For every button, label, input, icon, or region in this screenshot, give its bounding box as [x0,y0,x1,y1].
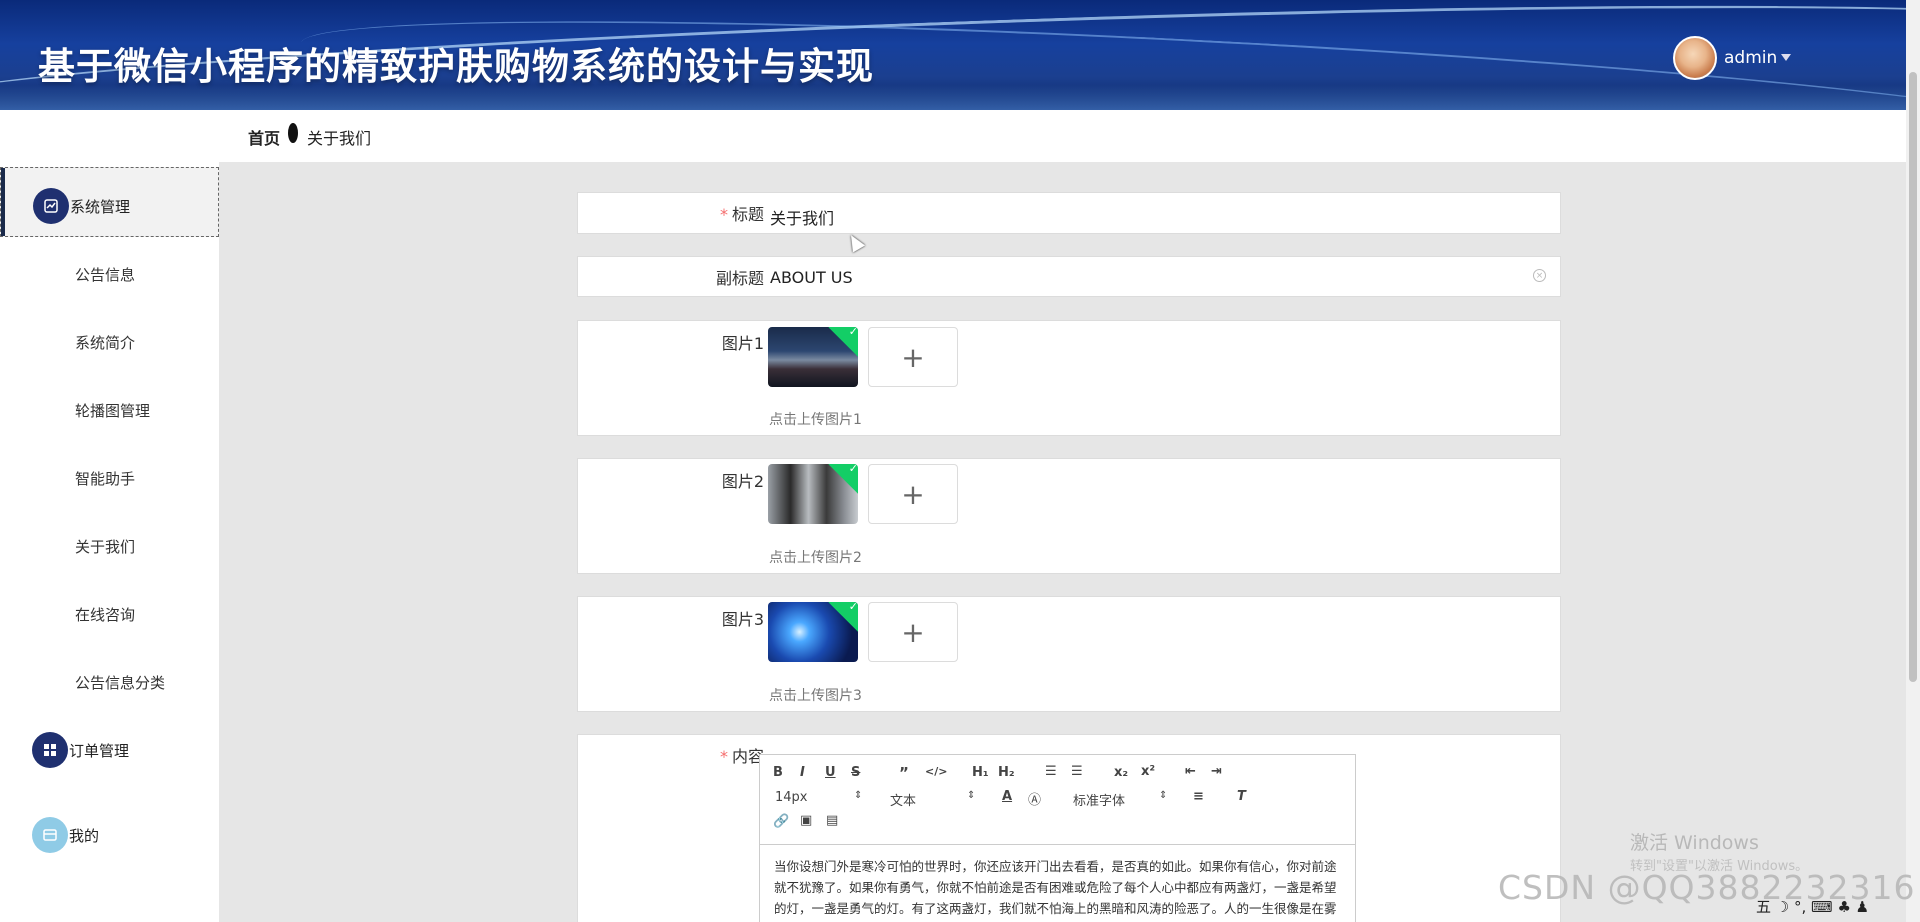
sidebar-item-announcements[interactable]: 公告信息 [75,264,135,285]
page-scrollbar[interactable] [1906,0,1920,922]
upload-tip-1: 点击上传图片1 [769,412,862,428]
chevron-down-icon[interactable] [1781,54,1791,61]
sidebar-group-label: 订单管理 [69,742,130,760]
sidebar-group-mine[interactable]: 我的 [0,797,219,867]
code-icon[interactable]: </> [925,765,947,778]
title-label: * 标题 [719,205,764,224]
pic2-label: 图片2 [721,472,764,491]
checkmark-icon: ✓ [828,602,858,634]
avatar[interactable] [1673,36,1717,80]
rich-text-editor[interactable]: B I U S ” </> H₁ H₂ ☰ ☰ x₂ x² ⇤ ⇥ 14px ⇕… [759,754,1356,922]
pic1-label: 图片1 [721,334,764,353]
italic-icon[interactable]: I [800,765,805,780]
sidebar-group-label: 我的 [69,827,100,845]
breadcrumb-home[interactable]: 首页 [248,125,280,149]
chevron-updown-icon: ⇕ [1159,790,1168,801]
clear-icon[interactable]: × [1533,269,1546,282]
strikethrough-icon[interactable]: S [851,765,860,780]
app-title: 基于微信小程序的精致护肤购物系统的设计与实现 [38,45,874,88]
image-icon[interactable]: ▣ [800,813,812,828]
bold-icon[interactable]: B [773,765,783,780]
breadcrumb-current: 关于我们 [307,129,372,148]
sidebar-item-carousel[interactable]: 轮播图管理 [75,400,150,421]
font-size-select[interactable]: 14px [775,790,808,805]
checkmark-icon: ✓ [828,327,858,359]
sidebar-item-announcement-category[interactable]: 公告信息分类 [75,672,165,693]
upload-tip-3: 点击上传图片3 [769,688,862,704]
breadcrumb-separator-icon [288,123,298,143]
form-row-subtitle: 副标题 ABOUT US × [577,256,1561,297]
superscript-icon[interactable]: x² [1141,764,1155,779]
sidebar-group-orders[interactable]: 订单管理 [0,712,219,782]
indent-icon[interactable]: ⇥ [1211,764,1222,779]
editor-toolbar: B I U S ” </> H₁ H₂ ☰ ☰ x₂ x² ⇤ ⇥ 14px ⇕… [760,755,1355,845]
bullet-list-icon[interactable]: ☰ [1071,764,1083,779]
font-family-select[interactable]: 标准字体 [1073,790,1125,809]
form-row-pic2: 图片2 ✓ + 点击上传图片2 [577,458,1561,574]
sidebar-item-system-intro[interactable]: 系统简介 [75,332,135,353]
card-icon [32,817,68,853]
uploaded-image-2[interactable]: ✓ [768,464,858,524]
block-type-select[interactable]: 文本 [890,790,916,809]
form-row-pic3: 图片3 ✓ + 点击上传图片3 [577,596,1561,712]
subtitle-label: 副标题 [715,269,764,288]
form-row-content: * 内容 B I U S ” </> H₁ H₂ ☰ ☰ x₂ x² ⇤ ⇥ 14… [577,734,1561,922]
link-icon[interactable]: 🔗 [773,814,789,829]
form-row-title: * 标题 关于我们 [577,192,1561,234]
underline-icon[interactable]: U [825,765,836,780]
subtitle-input[interactable]: ABOUT US [770,268,853,287]
video-icon[interactable]: ▤ [826,813,838,828]
sidebar-item-about-us[interactable]: 关于我们 [75,536,135,557]
title-input[interactable]: 关于我们 [770,205,834,229]
content-label: * 内容 [719,747,764,766]
blockquote-icon[interactable]: ” [899,764,909,782]
heading2-icon[interactable]: H₂ [998,765,1015,780]
checkmark-icon: ✓ [828,464,858,496]
chart-icon [33,188,69,224]
sidebar-group-system[interactable]: 系统管理 [0,167,219,237]
ordered-list-icon[interactable]: ☰ [1045,764,1057,779]
active-indicator [1,168,5,236]
upload-tip-2: 点击上传图片2 [769,550,862,566]
sidebar-group-label: 系统管理 [70,198,131,216]
outdent-icon[interactable]: ⇤ [1185,764,1196,779]
uploaded-image-1[interactable]: ✓ [768,327,858,387]
background-color-icon[interactable]: Ⓐ [1028,789,1041,808]
sidebar-item-consult[interactable]: 在线咨询 [75,604,135,625]
clear-format-icon[interactable]: T [1237,789,1246,804]
heading1-icon[interactable]: H₁ [972,765,989,780]
scrollbar-thumb[interactable] [1909,72,1917,682]
system-tray: 五 ☽ °, ⌨ ♣ ♟ [1756,898,1870,916]
sidebar: 系统管理 公告信息 系统简介 轮播图管理 智能助手 关于我们 在线咨询 公告信息… [0,162,219,922]
upload-button-3[interactable]: + [868,602,958,662]
editor-content[interactable]: 当你设想门外是寒冷可怕的世界时，你还应该开门出去看看，是否真的如此。如果你有信心… [774,856,1344,922]
chevron-updown-icon: ⇕ [967,790,976,801]
pic3-label: 图片3 [721,610,764,629]
upload-button-2[interactable]: + [868,464,958,524]
font-color-icon[interactable]: A [1002,789,1012,804]
form-row-pic1: 图片1 ✓ + 点击上传图片1 [577,320,1561,436]
mouse-cursor-icon [844,231,866,253]
upload-button-1[interactable]: + [868,327,958,387]
app-header: 基于微信小程序的精致护肤购物系统的设计与实现 admin [0,0,1920,110]
sidebar-item-assistant[interactable]: 智能助手 [75,468,135,489]
subscript-icon[interactable]: x₂ [1114,765,1128,780]
user-name[interactable]: admin [1724,48,1777,68]
uploaded-image-3[interactable]: ✓ [768,602,858,662]
align-icon[interactable]: ≡ [1193,789,1204,804]
chevron-updown-icon: ⇕ [854,790,863,801]
breadcrumb: 首页 关于我们 [0,110,1906,162]
windows-activation-title: 激活 Windows [1630,832,1759,854]
grid-icon [32,732,68,768]
